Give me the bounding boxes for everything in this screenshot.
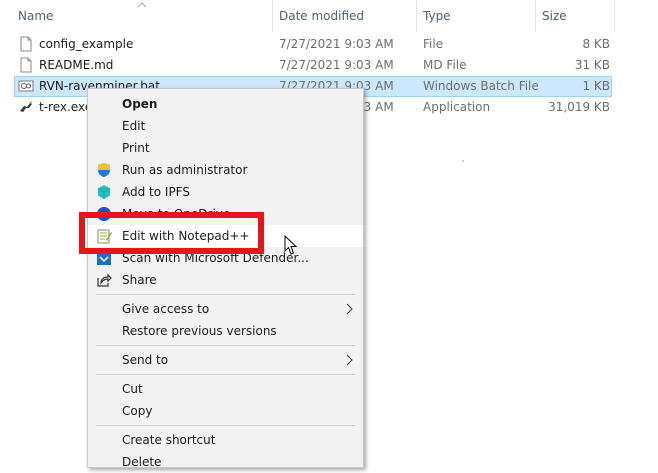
column-date-modified[interactable]: Date modified [279, 9, 364, 23]
submenu-arrow-icon [346, 303, 353, 315]
column-name[interactable]: Name [18, 9, 53, 23]
menu-item-copy[interactable]: Copy [88, 400, 363, 422]
batch-file-icon [18, 80, 34, 92]
column-divider[interactable] [416, 0, 417, 32]
mouse-pointer-icon [284, 235, 298, 255]
menu-item-cut[interactable]: Cut [88, 378, 363, 400]
file-name: t-rex.exe [39, 100, 93, 114]
column-header-bar: Name Date modified Type Size [0, 0, 658, 32]
stray-pixel [462, 160, 464, 162]
file-date: 7/27/2021 9:03 AM [279, 37, 394, 51]
menu-separator [96, 425, 355, 426]
file-type: Application [423, 100, 491, 114]
file-row[interactable]: config_example 7/27/2021 9:03 AM File 8 … [14, 34, 612, 55]
menu-item-label: Give access to [122, 302, 210, 316]
blank-file-icon [20, 57, 32, 73]
menu-item-label: Add to IPFS [122, 185, 190, 199]
file-name: config_example [39, 37, 134, 51]
menu-separator [96, 345, 355, 346]
menu-item-run-as-admin[interactable]: Run as administrator [88, 159, 363, 181]
column-size[interactable]: Size [542, 9, 567, 23]
menu-item-label: Restore previous versions [122, 324, 277, 338]
ipfs-cube-icon [97, 185, 111, 199]
menu-separator [96, 374, 355, 375]
menu-item-edit[interactable]: Edit [88, 115, 363, 137]
menu-item-label: Cut [122, 382, 143, 396]
uac-shield-icon [98, 163, 110, 177]
menu-item-create-shortcut[interactable]: Create shortcut [88, 429, 363, 451]
menu-item-delete[interactable]: Delete [88, 451, 363, 473]
share-icon [97, 273, 112, 287]
column-divider[interactable] [272, 0, 273, 32]
menu-separator [96, 294, 355, 295]
file-row[interactable]: README.md 7/27/2021 9:03 AM MD File 31 K… [14, 55, 612, 76]
file-type: Windows Batch File [423, 79, 539, 93]
menu-item-send-to[interactable]: Send to [88, 349, 363, 371]
menu-item-open[interactable]: Open [88, 93, 363, 115]
menu-item-label: Open [122, 97, 158, 111]
menu-item-label: Send to [122, 353, 169, 367]
sort-ascending-icon [137, 2, 147, 8]
file-type: File [423, 37, 444, 51]
menu-item-label: Run as administrator [122, 163, 248, 177]
file-name: README.md [39, 58, 114, 72]
menu-item-share[interactable]: Share [88, 269, 363, 291]
menu-item-label: Copy [122, 404, 153, 418]
file-type: MD File [423, 58, 467, 72]
menu-item-label: Create shortcut [122, 433, 216, 447]
file-size: 31 KB [574, 58, 610, 72]
column-divider[interactable] [614, 0, 615, 32]
trex-app-icon [20, 101, 33, 112]
column-divider[interactable] [535, 0, 536, 32]
menu-item-print[interactable]: Print [88, 137, 363, 159]
file-size: 1 KB [582, 79, 610, 93]
file-size: 8 KB [582, 37, 610, 51]
column-type[interactable]: Type [423, 9, 451, 23]
menu-item-label: Print [122, 141, 150, 155]
menu-item-label: Edit [122, 119, 146, 133]
menu-item-restore-previous-versions[interactable]: Restore previous versions [88, 320, 363, 342]
blank-file-icon [20, 36, 32, 52]
highlight-annotation-box [79, 212, 264, 254]
menu-item-add-to-ipfs[interactable]: Add to IPFS [88, 181, 363, 203]
menu-item-label: Share [122, 273, 157, 287]
menu-item-label: Delete [122, 455, 162, 469]
file-size: 31,019 KB [548, 100, 610, 114]
menu-item-give-access-to[interactable]: Give access to [88, 298, 363, 320]
submenu-arrow-icon [346, 354, 353, 366]
file-date: 7/27/2021 9:03 AM [279, 58, 394, 72]
context-menu: Open Edit Print Run as administrator Add… [87, 88, 364, 469]
